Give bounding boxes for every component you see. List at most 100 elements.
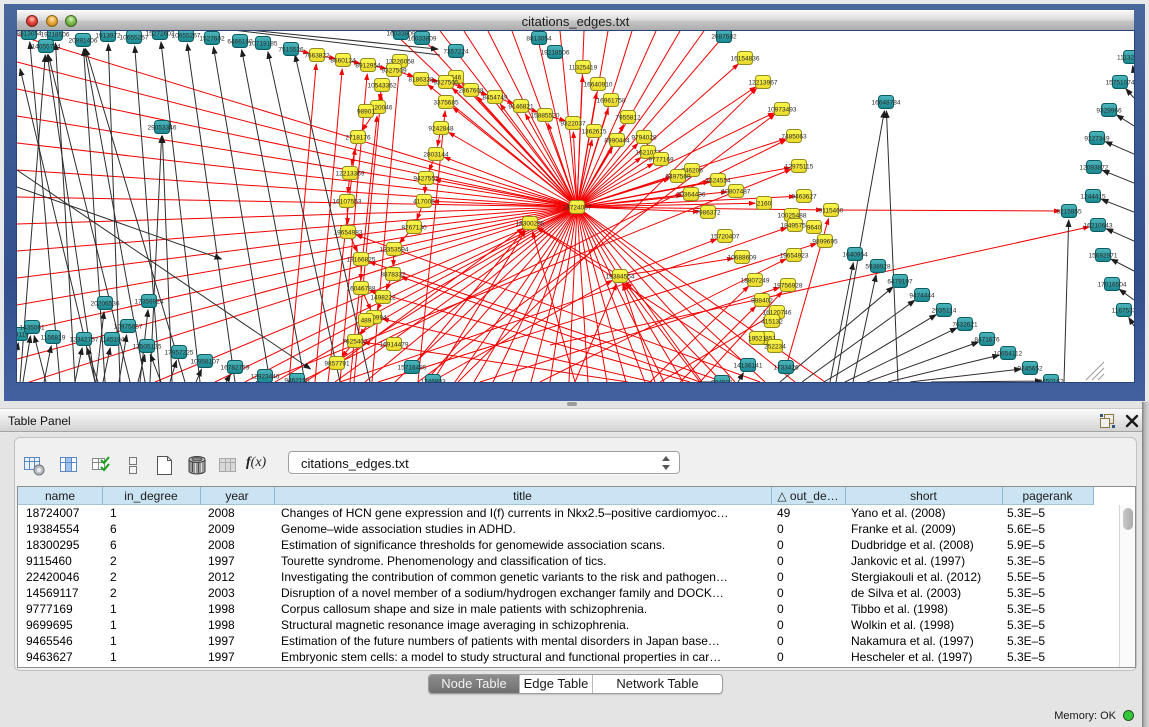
svg-text:10975857: 10975857: [114, 324, 143, 331]
svg-text:1244415: 1244415: [1080, 194, 1106, 201]
svg-text:8813054: 8813054: [17, 31, 42, 38]
svg-text:7515526: 7515526: [278, 47, 304, 54]
svg-text:19218506: 19218506: [541, 50, 570, 57]
svg-text:18807249: 18807249: [741, 278, 770, 285]
svg-text:2803144: 2803144: [423, 152, 449, 159]
svg-text:1362615: 1362615: [581, 129, 607, 136]
svg-text:16046788: 16046788: [347, 286, 376, 293]
svg-text:7357224: 7357224: [443, 49, 469, 56]
svg-text:7625402: 7625402: [342, 339, 368, 346]
svg-text:988402: 988402: [751, 298, 773, 305]
svg-text:415132: 415132: [761, 319, 783, 326]
svg-text:12213369: 12213369: [336, 171, 365, 178]
svg-text:15716485: 15716485: [398, 365, 427, 372]
svg-text:16961758: 16961758: [597, 98, 626, 105]
svg-text:9777169: 9777169: [648, 157, 674, 164]
svg-text:8186328: 8186328: [408, 77, 434, 84]
svg-text:12213967: 12213967: [749, 80, 778, 87]
svg-text:9329966: 9329966: [1096, 108, 1122, 115]
svg-text:1733426: 1733426: [773, 365, 799, 372]
svg-text:9450162: 9450162: [1038, 379, 1064, 383]
svg-text:6497568: 6497568: [665, 174, 691, 181]
svg-text:9327509: 9327509: [381, 68, 407, 75]
svg-text:8912954: 8912954: [355, 63, 381, 70]
svg-text:16782759: 16782759: [221, 365, 250, 372]
svg-text:7663822: 7663822: [304, 53, 330, 60]
svg-text:10655267: 10655267: [120, 35, 149, 42]
svg-text:10958107: 10958107: [191, 359, 220, 366]
svg-text:6479197: 6479197: [887, 279, 913, 286]
svg-text:3375685: 3375685: [433, 100, 459, 107]
svg-text:2087682: 2087682: [711, 34, 737, 41]
svg-text:17957225: 17957225: [165, 350, 194, 357]
svg-text:12975115: 12975115: [785, 164, 814, 171]
svg-text:29053346: 29053346: [148, 125, 177, 132]
svg-text:8660124: 8660124: [330, 58, 356, 65]
svg-text:1145194: 1145194: [100, 337, 125, 344]
svg-text:1167533: 1167533: [1112, 308, 1134, 315]
svg-text:489: 489: [361, 318, 372, 325]
svg-text:7632621: 7632621: [952, 322, 978, 329]
svg-text:9245652: 9245652: [1017, 366, 1043, 373]
svg-text:9794028: 9794028: [631, 135, 657, 142]
svg-text:12505135: 12505135: [133, 344, 162, 351]
svg-text:10973493: 10973493: [768, 107, 797, 114]
svg-text:2935114: 2935114: [932, 308, 957, 315]
svg-text:12923446: 12923446: [251, 374, 280, 381]
svg-text:19166825: 19166825: [347, 257, 376, 264]
svg-text:2160: 2160: [757, 201, 772, 208]
svg-text:9327505: 9327505: [433, 80, 459, 87]
svg-text:16107553: 16107553: [333, 199, 362, 206]
svg-text:19654983: 19654983: [334, 230, 363, 237]
svg-text:9462155: 9462155: [284, 378, 310, 383]
svg-text:10543362: 10543362: [368, 83, 397, 90]
svg-text:417006: 417006: [413, 199, 435, 206]
svg-text:8813054: 8813054: [526, 36, 552, 43]
svg-text:17016504: 17016504: [1098, 282, 1127, 289]
svg-text:984501: 984501: [711, 380, 733, 383]
svg-text:18495754: 18495754: [781, 223, 810, 230]
svg-text:7485063: 7485063: [781, 134, 807, 141]
svg-text:14055714: 14055714: [32, 44, 61, 51]
svg-text:15751074: 15751074: [1106, 80, 1134, 87]
svg-text:9146821: 9146821: [508, 104, 534, 111]
svg-text:7955812: 7955812: [615, 115, 641, 122]
svg-text:19521: 19521: [748, 336, 766, 343]
svg-text:19384554: 19384554: [606, 274, 635, 281]
svg-text:10688609: 10688609: [728, 255, 757, 262]
svg-text:9463627: 9463627: [791, 194, 817, 201]
svg-text:16648784: 16648784: [872, 100, 901, 107]
svg-text:1746803: 1746803: [420, 379, 446, 383]
svg-text:9115460: 9115460: [819, 208, 844, 215]
svg-text:18300295: 18300295: [516, 221, 545, 228]
svg-text:15885520: 15885520: [531, 113, 560, 120]
svg-text:7986372: 7986372: [695, 210, 721, 217]
svg-text:11132944: 11132944: [1117, 55, 1134, 62]
svg-text:12342757: 12342757: [70, 337, 99, 344]
svg-text:14136141: 14136141: [734, 363, 763, 370]
svg-text:18724007: 18724007: [563, 205, 592, 212]
svg-text:9640: 9640: [807, 225, 822, 232]
svg-text:20891406: 20891406: [69, 38, 98, 45]
svg-text:1913972: 1913972: [95, 33, 121, 40]
svg-text:1435061: 1435061: [19, 325, 45, 332]
svg-text:20364436: 20364436: [677, 192, 706, 199]
svg-text:16033809: 16033809: [408, 36, 437, 43]
svg-text:98901: 98901: [357, 109, 375, 116]
svg-text:1156819: 1156819: [41, 335, 66, 342]
svg-text:16210643: 16210643: [1084, 223, 1113, 230]
svg-text:10719185: 10719185: [249, 41, 278, 48]
svg-text:3624554: 3624554: [705, 178, 731, 185]
svg-text:17359924: 17359924: [135, 299, 164, 306]
svg-text:15692971: 15692971: [1089, 253, 1118, 260]
svg-text:1527602: 1527602: [199, 36, 225, 43]
svg-text:8215955: 8215955: [1056, 209, 1082, 216]
svg-text:9322037: 9322037: [560, 121, 586, 128]
svg-text:15720407: 15720407: [711, 234, 740, 241]
svg-text:10655267: 10655267: [172, 33, 201, 40]
svg-text:8267130: 8267130: [401, 225, 427, 232]
svg-text:19756928: 19756928: [774, 283, 803, 290]
svg-text:12353594: 12353594: [380, 247, 409, 254]
svg-text:9242848: 9242848: [428, 126, 454, 133]
svg-text:252234: 252234: [764, 344, 786, 351]
